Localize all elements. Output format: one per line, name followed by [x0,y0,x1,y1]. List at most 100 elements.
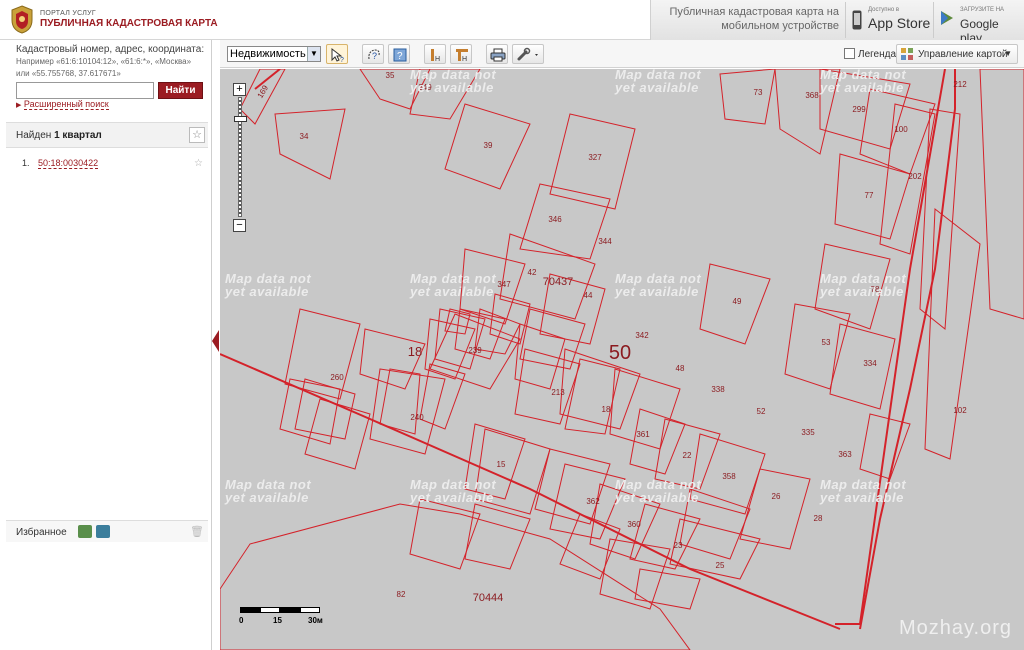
parcel-label: 53 [822,338,831,347]
parcel-label: 18 [408,344,422,359]
watermark-line2: yet available [410,284,494,299]
parcel-label: 260 [330,373,344,382]
result-link[interactable]: 50:18:0030422 [38,158,99,169]
parcel-label: 363 [838,450,852,459]
parcel-label: 335 [801,428,815,437]
chevron-down-icon: ▼ [1004,49,1012,58]
layer-select-value: Недвижимость [230,48,306,60]
parcel-label: 360 [627,520,641,529]
favorites-import-icon[interactable] [78,525,92,538]
parcel-label: 102 [953,406,967,415]
parcel-label: 338 [711,385,725,394]
help-button[interactable]: ? [388,44,410,64]
cadastral-map[interactable]: 35 349 73 368 299 212 34 39 327 100 202 77 346 344 347… [220,69,1024,650]
zoom-out-button[interactable]: − [233,219,246,232]
results-count-prefix: Найден [16,130,52,141]
advanced-search-label: Расширенный поиск [23,99,109,110]
parcel-label: 73 [754,88,763,97]
results-count: Найден 1 квартал [16,130,102,141]
parcel-label: 361 [636,430,650,439]
google-play-icon [941,11,953,25]
google-play-caption: ЗАГРУЗИТЕ НА [960,7,1005,13]
zoom-in-button[interactable]: + [233,83,246,96]
favorites-header: Избранное 🗑 [6,520,208,542]
area-ruler-icon: H [456,49,468,63]
parcel-label: 346 [548,215,562,224]
watermark-line2: yet available [615,80,699,95]
app-store-caption: Доступно в [868,7,900,13]
sidebar: Кадастровый номер, адрес, координата: На… [0,40,212,650]
no-data-watermark: Map data not yet available [615,69,701,94]
scale-bar: 0 15 30м [239,607,323,637]
scale-label: 15 [273,616,282,625]
advanced-search-link[interactable]: ▶ Расширенный поиск [16,99,109,110]
no-data-watermark: Map data not yet available [820,69,906,94]
no-data-watermark: Map data not yet available [410,478,496,504]
watermark-line2: yet available [820,80,904,95]
parcel-label: 28 [814,514,823,523]
parcel-label: 299 [852,105,866,114]
scale-segment [260,607,280,613]
parcel-label: 100 [894,125,908,134]
portal-title[interactable]: ПУБЛИЧНАЯ КАДАСТРОВАЯ КАРТА [40,18,218,29]
parcel-label: 18 [602,405,611,414]
zoom-slider-handle[interactable] [234,116,247,122]
cursor-query-icon: ? [331,47,344,63]
search-hint-title: Кадастровый номер, адрес, координата: [16,44,205,55]
watermark-line2: yet available [820,284,904,299]
phone-icon [852,10,862,30]
result-star-icon[interactable]: ☆ [194,158,203,169]
watermark-line2: yet available [615,284,699,299]
chevron-down-icon: ▼ [307,47,320,61]
measure-area-button[interactable]: H [450,44,472,64]
parcel-label: 70437 [543,276,574,288]
scale-segment [240,607,260,613]
app-store-button[interactable]: Доступно в App Store [845,2,931,38]
link-menu-button[interactable] [512,44,544,64]
parcel-label: 82 [397,590,406,599]
scale-segment [300,607,320,613]
parcel-label: 35 [386,71,395,80]
legend-label[interactable]: Легенда [858,49,896,60]
link-icon [517,47,538,61]
coat-of-arms-icon[interactable] [8,4,36,34]
no-data-watermark: Map data not yet available [615,478,701,504]
printer-icon [490,48,506,62]
no-data-watermark: Map data not yet available [615,272,701,298]
info-query-button[interactable]: ? [362,44,384,64]
collapse-sidebar-button[interactable] [212,330,219,352]
layer-select[interactable]: Недвижимость ▼ [227,46,321,62]
layers-grid-icon [901,48,913,60]
no-data-watermark: Map data not yet available [410,272,496,298]
map-control-label: Управление картой [918,49,1008,60]
parcel-label: 362 [586,497,600,506]
watermark-line2: yet available [410,80,494,95]
print-button[interactable] [486,44,508,64]
portal-subtitle: ПОРТАЛ УСЛУГ [40,10,96,17]
trash-icon[interactable]: 🗑 [190,525,204,538]
svg-text:?: ? [340,57,344,63]
star-icon[interactable]: ☆ [189,127,205,143]
parcel-label: 42 [528,268,537,277]
site-watermark: Mozhay.org [898,617,1012,639]
search-hint: Кадастровый номер, адрес, координата: На… [16,44,206,80]
no-data-watermark: Map data not yet available [225,272,311,298]
search-input[interactable] [16,82,154,99]
result-index: 1. [22,158,30,168]
parcel-label: 39 [484,141,493,150]
measure-distance-button[interactable]: H [424,44,446,64]
no-data-watermark: Map data not yet available [820,478,906,504]
favorites-export-icon[interactable] [96,525,110,538]
search-button[interactable]: Найти [158,82,203,99]
google-play-button[interactable]: ЗАГРУЗИТЕ НА Google play [933,2,1023,45]
parcel-label: 49 [733,297,742,306]
scale-segment [280,607,300,613]
identify-tool-button[interactable]: ? [326,44,348,64]
parcel-label: 22 [683,451,692,460]
parcel-label: 334 [863,359,877,368]
map-control-dropdown[interactable]: Управление картой ▼ [896,44,1018,64]
legend-checkbox[interactable] [844,48,855,59]
watermark-line2: yet available [410,490,494,505]
zoom-slider[interactable] [234,97,247,217]
scale-label: 0 [239,616,244,625]
